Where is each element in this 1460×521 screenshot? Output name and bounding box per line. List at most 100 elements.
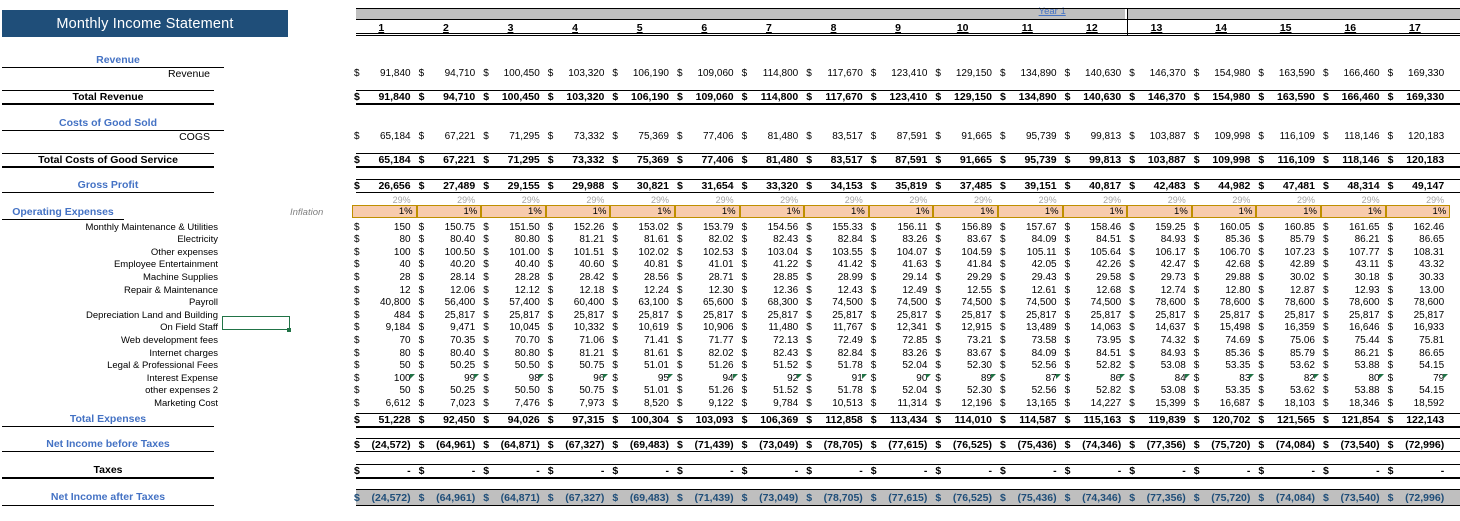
cell-web-development-fees-c7[interactable]: 72.13 [751,335,798,348]
cell-gross-profit-c10[interactable]: 37,485 [944,180,992,193]
cell-electricity-c3[interactable]: 80.80 [492,234,540,247]
inflation-cell-c9[interactable]: 1% [868,205,934,218]
cell-employee-entertainment-c11[interactable]: 42.05 [1009,259,1057,272]
cell-cogs-c3[interactable]: 71,295 [492,131,540,144]
inflation-cell-c5[interactable]: 1% [610,205,675,218]
cell-interest-expense-c8[interactable]: 91 [815,373,863,386]
cell-other-expenses-c17[interactable]: 108.31 [1397,247,1445,260]
cell-web-development-fees-c10[interactable]: 73.21 [944,335,992,348]
cell-taxes-c9[interactable]: - [880,465,928,478]
inflation-cell-c16[interactable]: 1% [1321,205,1386,218]
cell-net-before-taxes-c14[interactable]: (75,720) [1203,439,1250,452]
cell-other-expenses-c8[interactable]: 103.55 [815,247,863,260]
cell-on-field-staff-c10[interactable]: 12,915 [944,322,992,335]
data-grid[interactable]: Year 1 1 2 3 4 5 6 7 8 9 10 11 12 13 14 15 16 17 $91,840 $… [352,0,1460,521]
cell-total-revenue-c15[interactable]: 163,590 [1267,91,1315,104]
cell-internet-charges-c15[interactable]: 85.79 [1267,348,1315,361]
cell-total-expenses-c14[interactable]: 120,702 [1203,414,1250,427]
inflation-cell-c17[interactable]: 1% [1385,205,1451,218]
cell-internet-charges-c7[interactable]: 82.43 [751,348,798,361]
cell-net-after-taxes-c1[interactable]: (24,572) [363,492,410,505]
cell-web-development-fees-c6[interactable]: 71.77 [686,335,734,348]
cell-gross-profit-c5[interactable]: 30,821 [621,180,669,193]
cell-gross-profit-c2[interactable]: 27,489 [428,180,475,193]
cell-depreciation-land-and-building-c3[interactable]: 25,817 [492,310,540,323]
cell-other-expenses-c9[interactable]: 104.07 [880,247,928,260]
cell-marketing-cost-c1[interactable]: 6,612 [363,398,411,411]
cell-electricity-c15[interactable]: 85.79 [1267,234,1315,247]
cell-net-before-taxes-c12[interactable]: (74,346) [1074,439,1121,452]
cell-other-expenses-2-c3[interactable]: 50.50 [492,385,540,398]
cell-payroll-c10[interactable]: 74,500 [944,297,992,310]
cell-interest-expense-c10[interactable]: 89 [944,373,992,386]
cell-net-after-taxes-c17[interactable]: (72,996) [1397,492,1444,505]
cell-monthly-maintenance-utilities-c7[interactable]: 154.56 [751,222,799,235]
cell-repair-maintenance-c13[interactable]: 12.74 [1138,285,1186,298]
cell-total-cogs-c6[interactable]: 77,406 [686,154,733,167]
cell-payroll-c13[interactable]: 78,600 [1138,297,1186,310]
cell-machine-supplies-c9[interactable]: 29.14 [880,272,927,285]
cell-repair-maintenance-c14[interactable]: 12.80 [1203,285,1250,298]
cell-web-development-fees-c11[interactable]: 73.58 [1009,335,1057,348]
cell-total-revenue-c1[interactable]: 91,840 [363,91,410,104]
cell-taxes-c5[interactable]: - [621,465,669,478]
cell-machine-supplies-c7[interactable]: 28.85 [751,272,798,285]
cell-other-expenses-c16[interactable]: 107.77 [1332,247,1380,260]
cell-legal-professional-fees-c1[interactable]: 50 [363,360,410,373]
cell-marketing-cost-c10[interactable]: 12,196 [944,398,992,411]
cell-total-revenue-c13[interactable]: 146,370 [1138,91,1186,104]
cell-legal-professional-fees-c5[interactable]: 51.01 [621,360,669,373]
cell-revenue-c7[interactable]: 114,800 [751,68,798,81]
cell-web-development-fees-c14[interactable]: 74.69 [1203,335,1250,348]
cell-marketing-cost-c2[interactable]: 7,023 [428,398,475,411]
cell-cogs-c1[interactable]: 65,184 [363,131,411,144]
cell-taxes-c12[interactable]: - [1074,465,1122,478]
cell-employee-entertainment-c4[interactable]: 40.60 [557,259,604,272]
cell-legal-professional-fees-c13[interactable]: 53.08 [1138,360,1186,373]
cell-cogs-c17[interactable]: 120,183 [1397,131,1444,144]
cell-taxes-c15[interactable]: - [1267,465,1315,478]
cell-revenue-c8[interactable]: 117,670 [815,68,862,81]
cell-other-expenses-c4[interactable]: 101.51 [557,247,605,260]
cell-revenue-c13[interactable]: 146,370 [1138,68,1186,81]
cell-taxes-c7[interactable]: - [751,465,799,478]
cell-gross-profit-c14[interactable]: 44,982 [1203,180,1250,193]
cell-monthly-maintenance-utilities-c1[interactable]: 150 [363,222,411,235]
cell-legal-professional-fees-c17[interactable]: 54.15 [1397,360,1444,373]
cell-internet-charges-c10[interactable]: 83.67 [944,348,992,361]
cell-monthly-maintenance-utilities-c16[interactable]: 161.65 [1332,222,1380,235]
cell-other-expenses-c11[interactable]: 105.11 [1009,247,1057,260]
inflation-cell-c10[interactable]: 1% [933,205,998,218]
cell-revenue-c6[interactable]: 109,060 [686,68,733,81]
cell-interest-expense-c15[interactable]: 82 [1267,373,1315,386]
cell-monthly-maintenance-utilities-c11[interactable]: 157.67 [1009,222,1057,235]
cell-interest-expense-c13[interactable]: 84 [1138,373,1186,386]
cell-electricity-c16[interactable]: 86.21 [1332,234,1380,247]
cell-total-revenue-c11[interactable]: 134,890 [1009,91,1057,104]
cell-total-expenses-c6[interactable]: 103,093 [686,414,734,427]
cell-repair-maintenance-c16[interactable]: 12.93 [1332,285,1380,298]
cell-total-revenue-c4[interactable]: 103,320 [557,91,604,104]
cell-electricity-c12[interactable]: 84.51 [1074,234,1121,247]
cell-cogs-c10[interactable]: 91,665 [944,131,992,144]
cell-marketing-cost-c11[interactable]: 13,165 [1009,398,1057,411]
cell-other-expenses-c3[interactable]: 101.00 [492,247,540,260]
cell-depreciation-land-and-building-c5[interactable]: 25,817 [621,310,669,323]
cell-on-field-staff-c16[interactable]: 16,646 [1332,322,1380,335]
cell-gross-profit-c1[interactable]: 26,656 [363,180,410,193]
cell-total-cogs-c15[interactable]: 116,109 [1267,154,1315,167]
cell-monthly-maintenance-utilities-c13[interactable]: 159.25 [1138,222,1186,235]
cell-payroll-c4[interactable]: 60,400 [557,297,605,310]
cell-other-expenses-2-c1[interactable]: 50 [363,385,410,398]
cell-monthly-maintenance-utilities-c8[interactable]: 155.33 [815,222,863,235]
cell-total-revenue-c2[interactable]: 94,710 [428,91,475,104]
cell-depreciation-land-and-building-c10[interactable]: 25,817 [944,310,992,323]
cell-revenue-c4[interactable]: 103,320 [557,68,604,81]
cell-web-development-fees-c15[interactable]: 75.06 [1267,335,1315,348]
cell-gross-profit-c4[interactable]: 29,988 [557,180,604,193]
cell-interest-expense-c9[interactable]: 90 [880,373,927,386]
cell-web-development-fees-c3[interactable]: 70.70 [492,335,540,348]
cell-cogs-c16[interactable]: 118,146 [1332,131,1379,144]
cell-legal-professional-fees-c12[interactable]: 52.82 [1074,360,1121,373]
cell-total-expenses-c7[interactable]: 106,369 [751,414,798,427]
